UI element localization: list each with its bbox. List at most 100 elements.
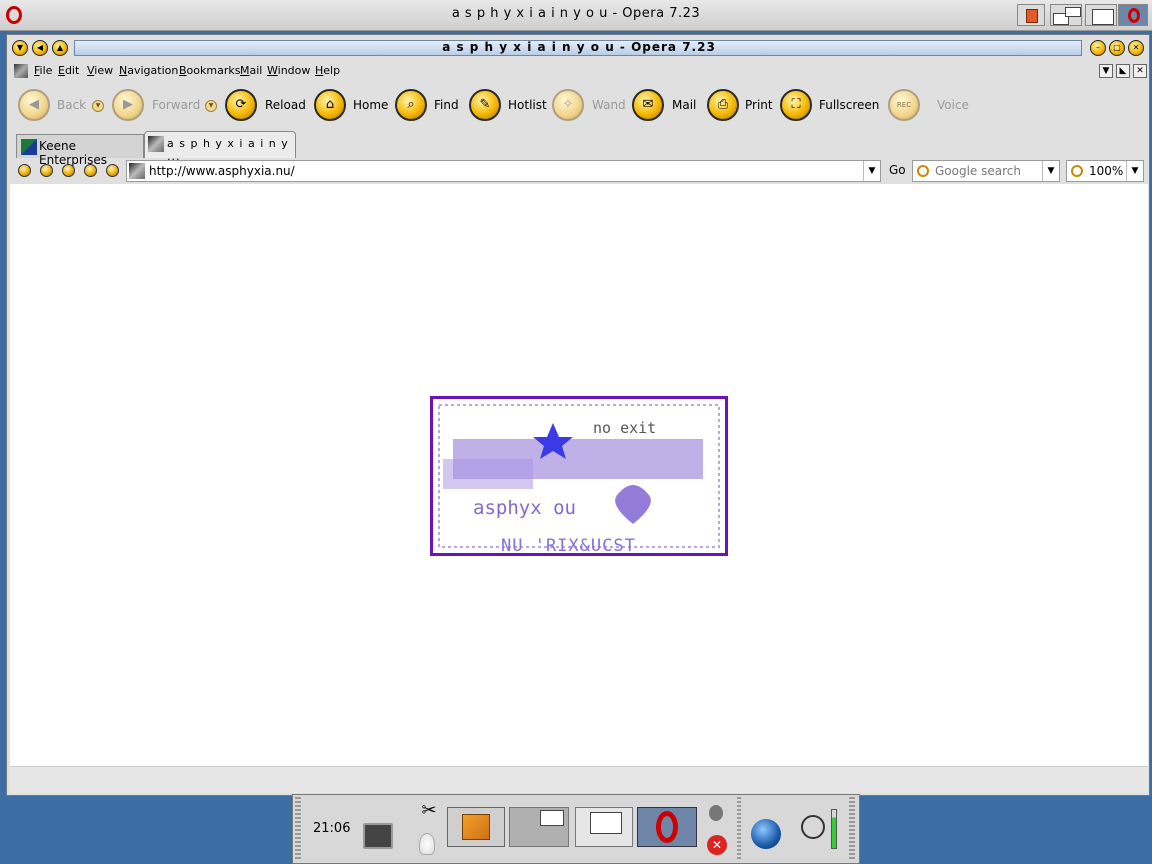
minimize-icon[interactable]: –	[1090, 40, 1106, 56]
maximize-icon[interactable]: □	[1109, 40, 1125, 56]
voice-button[interactable]: Voice	[937, 98, 969, 112]
zoom-dropdown-icon[interactable]: ▼	[1126, 161, 1143, 181]
taskbar-panel: 21:06 ✂ ✕	[292, 794, 860, 864]
splash-text-bottom: NU 'RIX&UCST	[501, 536, 636, 556]
site-splash-image[interactable]: no exit asphyx ou NU 'RIX&UCST	[430, 396, 728, 556]
url-dropdown-icon[interactable]: ▼	[863, 161, 880, 181]
home-button[interactable]: Home	[353, 98, 388, 112]
nav-print-icon[interactable]	[62, 164, 75, 177]
forward-button[interactable]: Forward	[152, 98, 200, 112]
hotlist-button[interactable]: Hotlist	[508, 98, 547, 112]
tab-keene-enterprises[interactable]: Keene Enterprises	[16, 134, 144, 167]
menu-bookmarks[interactable]: Bookmarks	[179, 64, 240, 77]
reload-button[interactable]: Reload	[265, 98, 306, 112]
keene-favicon-icon	[21, 139, 37, 155]
go-button[interactable]: Go	[889, 163, 906, 177]
print-icon[interactable]: ⎙	[707, 89, 739, 121]
splash-text-mid: asphyx ou	[473, 497, 576, 519]
tab-asphyxia[interactable]: a s p h y x i a i n y ...	[144, 131, 296, 163]
wand-icon[interactable]: ✧	[552, 89, 584, 121]
nav-rewind-icon[interactable]	[40, 164, 53, 177]
record-icon[interactable]: REC	[888, 89, 920, 121]
forward-icon[interactable]: ▶	[112, 89, 144, 121]
url-favicon-icon	[129, 163, 145, 179]
panel-handle-right[interactable]	[849, 797, 855, 861]
task-button-1[interactable]	[447, 807, 505, 847]
forward-history-icon[interactable]: ▼	[205, 100, 217, 112]
back-icon[interactable]: ◀	[18, 89, 50, 121]
window-title: a s p h y x i a i n y o u - Opera 7.23	[442, 40, 716, 54]
url-text: http://www.asphyxia.nu/	[149, 164, 295, 178]
zoom-field[interactable]: 100% ▼	[1066, 160, 1144, 182]
google-icon[interactable]	[917, 165, 929, 177]
opera-task-outer-icon[interactable]	[1118, 4, 1148, 26]
minimize-outer-icon[interactable]	[1017, 4, 1045, 26]
menu-mail[interactable]: Mail	[240, 64, 262, 77]
tab-bar: Keene Enterprises a s p h y x i a i n y …	[10, 130, 1148, 167]
clock[interactable]: 21:06	[313, 821, 350, 836]
reload-icon[interactable]: ⟳	[225, 89, 257, 121]
tile-outer-icon[interactable]	[1050, 4, 1082, 26]
nav-home-icon[interactable]	[18, 164, 31, 177]
asphyxia-favicon-icon	[148, 136, 164, 152]
terminal-icon[interactable]	[363, 823, 393, 849]
wand-button[interactable]: Wand	[592, 98, 626, 112]
print-button[interactable]: Print	[745, 98, 773, 112]
menu-help[interactable]: Help	[315, 64, 340, 77]
search-placeholder: Google search	[935, 164, 1021, 178]
search-field[interactable]: Google search ▼	[912, 160, 1060, 182]
fullscreen-icon[interactable]: ⛶	[780, 89, 812, 121]
panel-handle-mid[interactable]	[737, 797, 741, 861]
mouse-icon[interactable]	[709, 805, 723, 821]
find-button[interactable]: Find	[434, 98, 459, 112]
volume-meter[interactable]	[831, 809, 837, 849]
menu-edit[interactable]: Edit	[58, 64, 79, 77]
main-toolbar: ◀ Back ▼ ▶ Forward ▼ ⟳ Reload ⌂ Home ⌕ F…	[10, 84, 1148, 128]
url-field[interactable]: http://www.asphyxia.nu/ ▼	[126, 160, 881, 182]
network-icon[interactable]	[801, 815, 825, 839]
opera-task-icon	[656, 811, 678, 843]
globe-icon[interactable]	[751, 819, 781, 849]
splash-text-top: no exit	[593, 419, 657, 437]
restore-outer-icon[interactable]	[1085, 4, 1117, 26]
menu-file[interactable]: File	[34, 64, 52, 77]
back-button[interactable]: Back	[57, 98, 86, 112]
panel-handle-left[interactable]	[295, 797, 301, 861]
task-button-3[interactable]	[575, 807, 633, 847]
lightbulb-icon[interactable]	[419, 833, 435, 855]
page-icon[interactable]	[14, 64, 28, 78]
hotlist-icon[interactable]: ✎	[469, 89, 501, 121]
task-button-opera[interactable]	[637, 807, 697, 847]
mdi-close-icon[interactable]: ✕	[1133, 64, 1147, 78]
fullscreen-button[interactable]: Fullscreen	[819, 98, 879, 112]
task-3-icon	[590, 812, 622, 834]
menu-navigation[interactable]: Navigation	[119, 64, 178, 77]
menu-window[interactable]: Window	[267, 64, 310, 77]
task-2-icon	[540, 810, 564, 826]
tools-icon[interactable]: ✂	[419, 801, 439, 821]
address-bar: http://www.asphyxia.nu/ ▼ Go Google sear…	[10, 158, 1148, 184]
back-history-icon[interactable]: ▼	[92, 100, 104, 112]
menu-view[interactable]: View	[87, 64, 113, 77]
zoom-value: 100%	[1089, 164, 1124, 178]
close-icon[interactable]: ✕	[1128, 40, 1144, 56]
nav-menu-icon[interactable]	[106, 164, 119, 177]
mdi-restore-icon[interactable]: ◣	[1116, 64, 1130, 78]
task-1-icon	[462, 814, 490, 840]
nav-stop-icon[interactable]	[84, 164, 97, 177]
outer-title-bar: a s p h y x i a i n y o u - Opera 7.23	[0, 0, 1152, 31]
window-title-bar: ▼ ◀ ▲ a s p h y x i a i n y o u - Opera …	[10, 38, 1148, 58]
heart-icon	[615, 485, 651, 524]
mail-icon[interactable]: ✉	[632, 89, 664, 121]
status-bar	[10, 766, 1148, 793]
mail-button[interactable]: Mail	[672, 98, 696, 112]
outer-window-title: a s p h y x i a i n y o u - Opera 7.23	[451, 6, 701, 21]
logout-icon[interactable]: ✕	[707, 835, 727, 855]
search-dropdown-icon[interactable]: ▼	[1042, 161, 1059, 181]
mdi-minimize-icon[interactable]: ▼	[1099, 64, 1113, 78]
task-button-2[interactable]	[509, 807, 569, 847]
menu-bar: File Edit View Navigation Bookmarks Mail…	[10, 60, 1148, 82]
zoom-icon	[1071, 165, 1083, 177]
home-icon[interactable]: ⌂	[314, 89, 346, 121]
find-icon[interactable]: ⌕	[395, 89, 427, 121]
